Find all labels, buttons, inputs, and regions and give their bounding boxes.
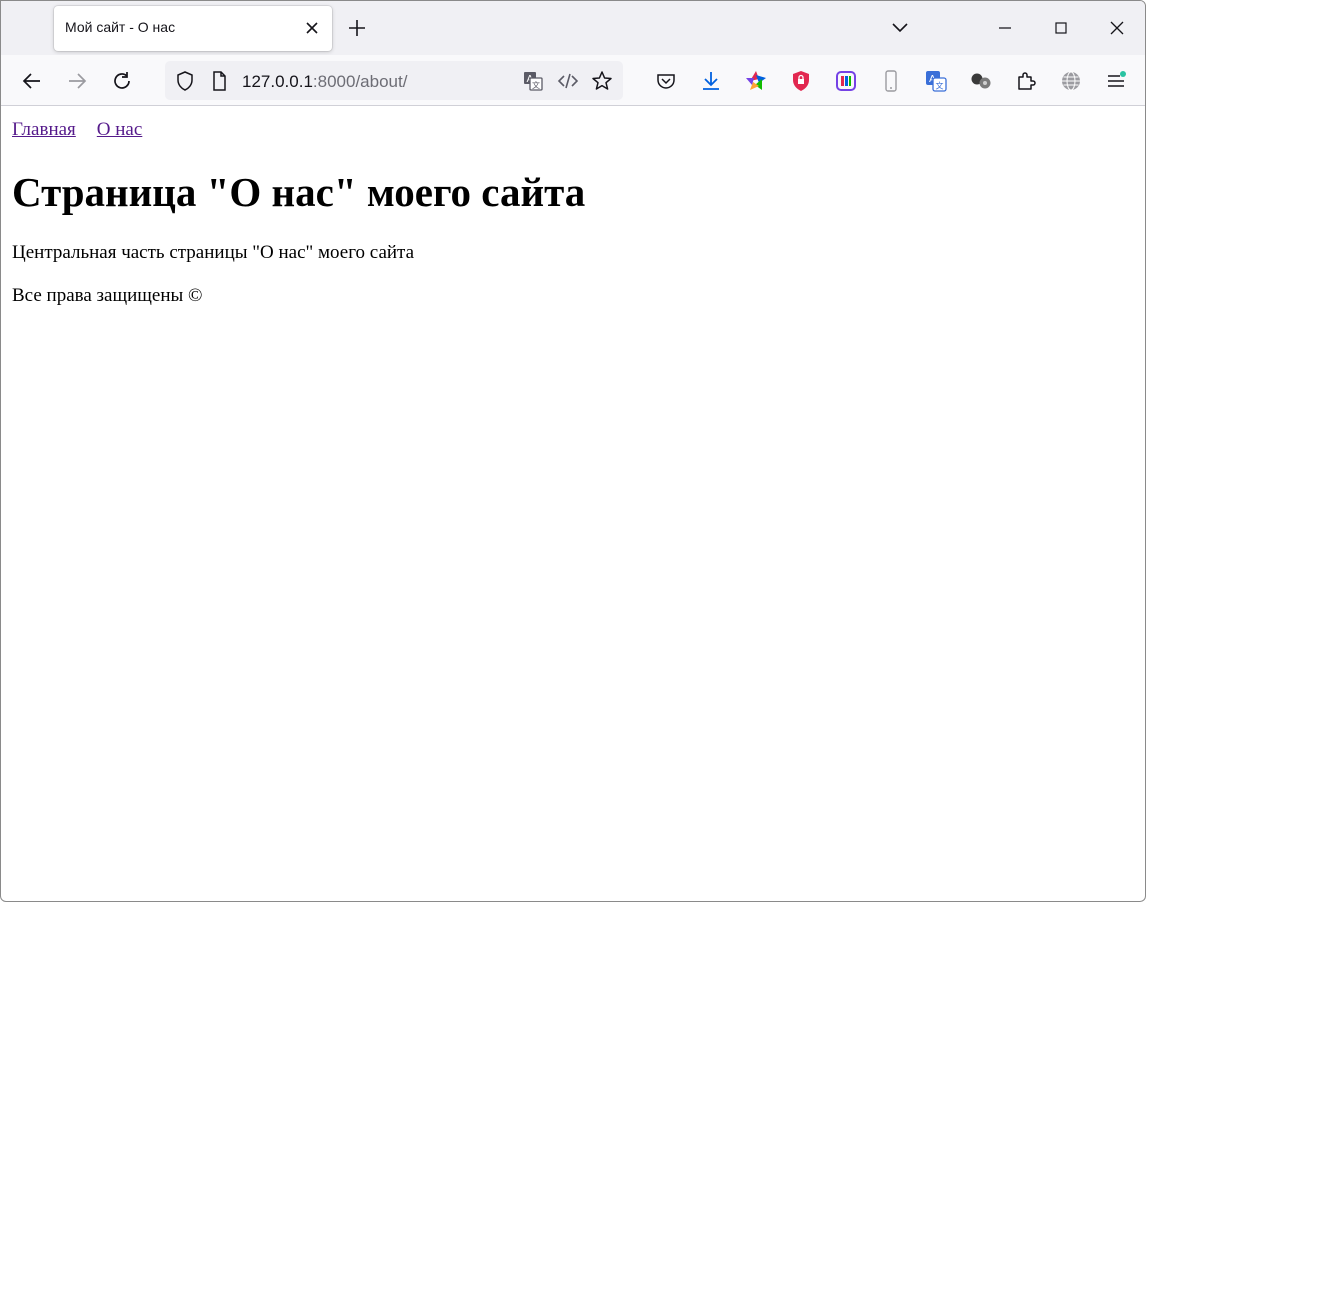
colorful-star-icon[interactable] xyxy=(744,69,768,93)
shield-icon[interactable] xyxy=(173,69,197,93)
maximize-icon[interactable] xyxy=(1048,15,1074,41)
main-text: Центральная часть страницы "О нас" моего… xyxy=(12,242,415,263)
svg-text:文: 文 xyxy=(532,80,540,90)
site-nav: Главная О нас xyxy=(12,119,163,141)
pocket-icon[interactable] xyxy=(654,69,678,93)
url-path: :8000/about/ xyxy=(312,72,408,91)
new-tab-icon[interactable] xyxy=(346,17,368,39)
puzzle-icon[interactable] xyxy=(1014,69,1038,93)
tab-title: Мой сайт - О нас xyxy=(65,19,176,35)
nav-toolbar: 127.0.0.1:8000/about/ A文 xyxy=(1,55,1145,106)
menu-icon[interactable] xyxy=(1104,69,1128,93)
translate-addon-icon[interactable]: A文 xyxy=(924,69,948,93)
tab-strip: Мой сайт - О нас xyxy=(1,1,1145,55)
page-content: Главная О нас Страница "О нас" моего сайт… xyxy=(1,106,1145,901)
purple-addon-icon[interactable] xyxy=(834,69,858,93)
nav-link-home[interactable]: Главная xyxy=(12,119,76,140)
translate-icon[interactable]: A文 xyxy=(521,69,545,93)
forward-arrow-icon[interactable] xyxy=(65,69,89,93)
page-icon[interactable] xyxy=(207,69,231,93)
url-bar[interactable]: 127.0.0.1:8000/about/ A文 xyxy=(165,61,623,100)
list-all-tabs-icon[interactable] xyxy=(889,17,911,39)
tab-active[interactable]: Мой сайт - О нас xyxy=(54,6,332,51)
window-close-icon[interactable] xyxy=(1104,15,1130,41)
red-shield-icon[interactable] xyxy=(789,69,813,93)
tab-close-icon[interactable] xyxy=(302,18,322,38)
reload-icon[interactable] xyxy=(110,69,134,93)
nav-link-about[interactable]: О нас xyxy=(97,119,143,140)
back-arrow-icon[interactable] xyxy=(20,69,44,93)
footer-text: Все права защищены © xyxy=(12,285,203,306)
code-icon[interactable] xyxy=(556,69,580,93)
svg-text:文: 文 xyxy=(936,81,944,91)
minimize-icon[interactable] xyxy=(992,15,1018,41)
globe-icon[interactable] xyxy=(1059,69,1083,93)
url-text: 127.0.0.1:8000/about/ xyxy=(242,72,407,92)
phone-icon[interactable] xyxy=(879,69,903,93)
url-host: 127.0.0.1 xyxy=(242,72,313,91)
browser-window: Мой сайт - О нас 127.0.0.1:8000/about/ 文… xyxy=(0,0,1146,902)
bookmark-star-icon[interactable] xyxy=(590,69,614,93)
circles-icon[interactable] xyxy=(969,69,993,93)
page-heading: Страница "О нас" моего сайта xyxy=(12,169,586,215)
download-icon[interactable] xyxy=(699,69,723,93)
